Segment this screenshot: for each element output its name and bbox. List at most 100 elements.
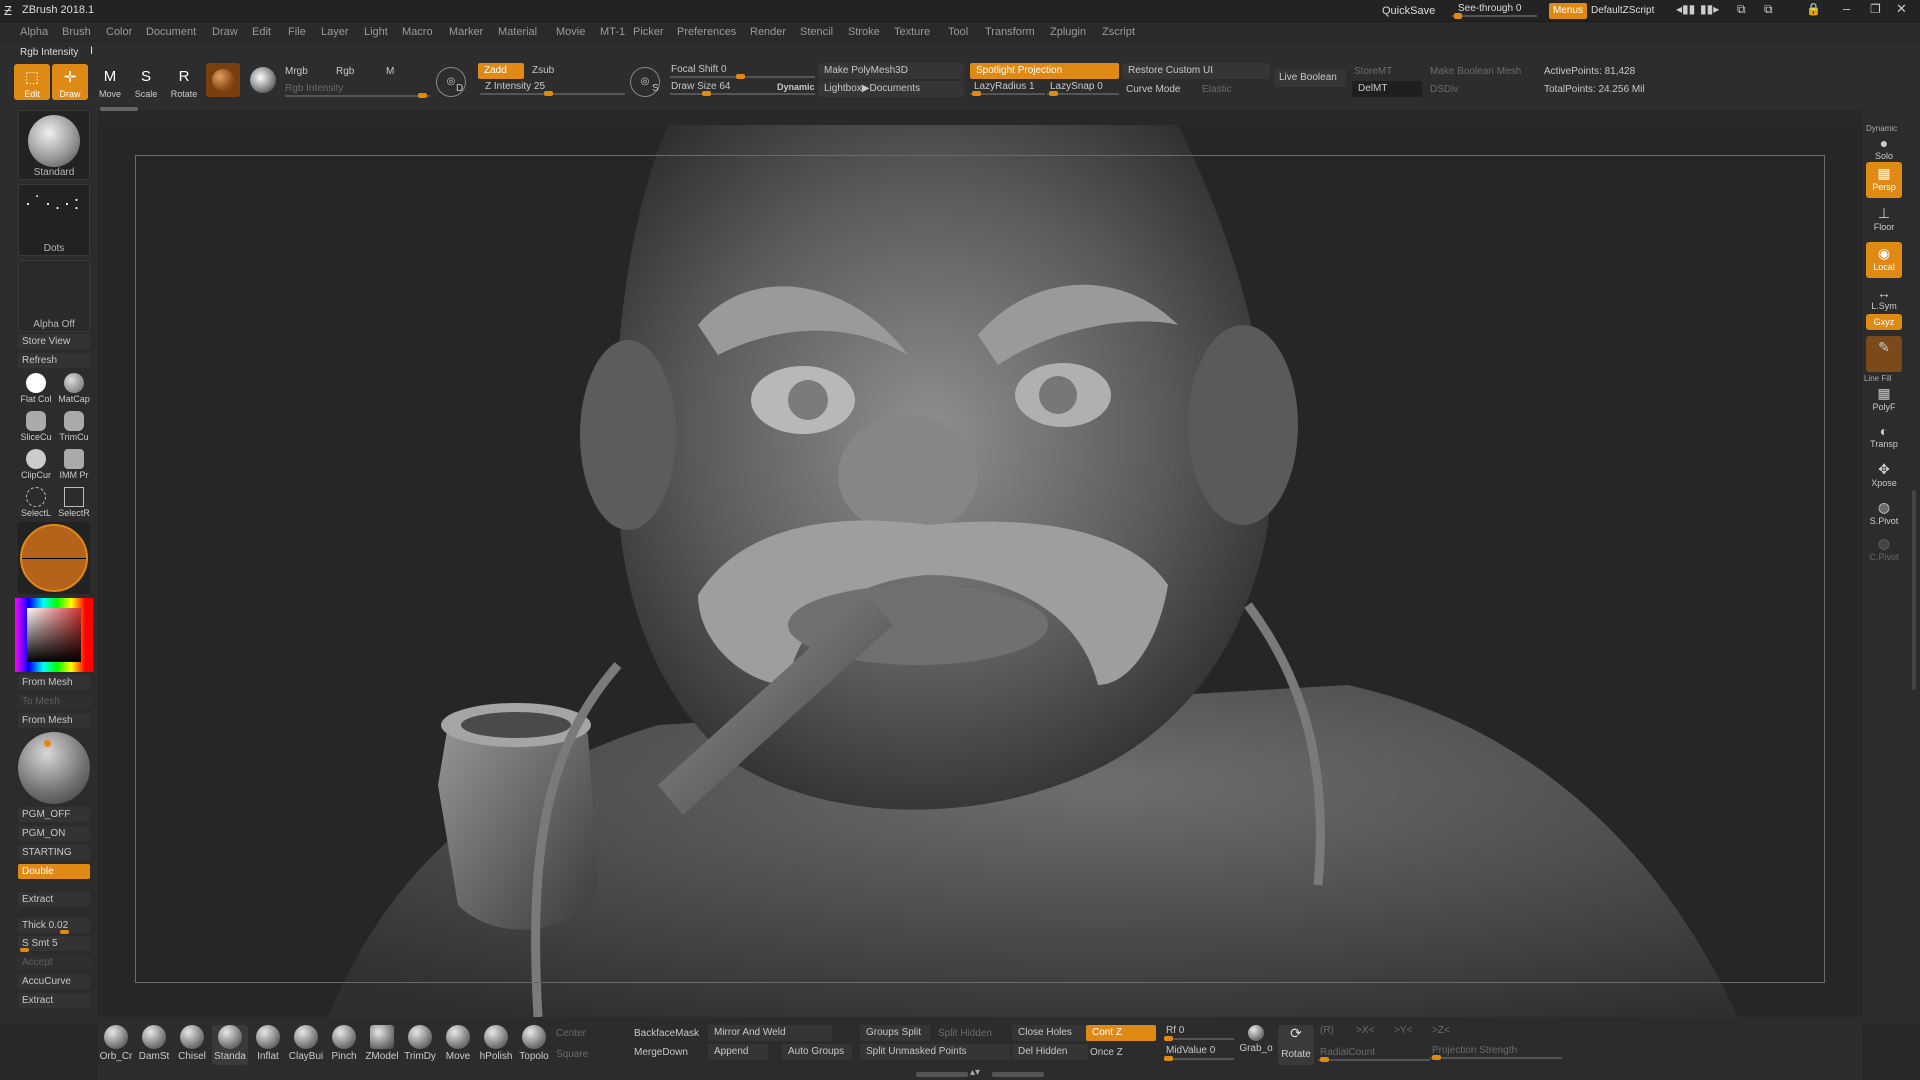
mergedown-button[interactable]: MergeDown bbox=[634, 1047, 688, 1058]
menu-render[interactable]: Render bbox=[750, 26, 786, 38]
restore-icon[interactable]: ❐ bbox=[1870, 2, 1881, 16]
color-wheel[interactable] bbox=[18, 522, 90, 594]
store-view-button[interactable]: Store View bbox=[18, 334, 90, 349]
xpose-button[interactable]: ✥ Xpose bbox=[1866, 458, 1902, 494]
see-through-knob[interactable] bbox=[1454, 13, 1462, 19]
default-zscript-button[interactable]: DefaultZScript bbox=[1591, 5, 1654, 16]
close-holes-button[interactable]: Close Holes bbox=[1012, 1025, 1088, 1041]
local-toggle[interactable]: ◉ Local bbox=[1866, 242, 1902, 278]
imm-primitives-button[interactable]: IMM Pr bbox=[56, 447, 92, 483]
rotate-bottom-button[interactable]: ⟳ Rotate bbox=[1278, 1025, 1314, 1065]
menu-alpha[interactable]: Alpha bbox=[20, 26, 48, 38]
layout-left-icon[interactable]: ◂▮▮ bbox=[1676, 2, 1695, 16]
menu-movie[interactable]: Movie bbox=[556, 26, 585, 38]
brush-standard[interactable]: Standa bbox=[212, 1025, 248, 1065]
from-mesh-button-1[interactable]: From Mesh bbox=[18, 675, 90, 690]
lazy-snap-knob[interactable] bbox=[1049, 91, 1058, 96]
radial-count-knob[interactable] bbox=[1320, 1057, 1329, 1062]
z-symmetry-toggle[interactable]: >Z< bbox=[1432, 1025, 1450, 1036]
midvalue-knob[interactable] bbox=[1164, 1056, 1173, 1061]
grab-brush-button[interactable]: Grab_o bbox=[1238, 1025, 1274, 1065]
focal-shift-slider[interactable]: Focal Shift 0 bbox=[671, 64, 727, 75]
curve-mode-toggle[interactable]: Curve Mode bbox=[1126, 84, 1180, 95]
double-toggle[interactable]: Double bbox=[18, 864, 90, 879]
cont-z-toggle[interactable]: Cont Z bbox=[1086, 1025, 1156, 1041]
r-symmetry-toggle[interactable]: (R) bbox=[1320, 1025, 1334, 1036]
layout-swap-icon[interactable]: ⧉ bbox=[1764, 2, 1773, 17]
select-rect-button[interactable]: SelectR bbox=[56, 485, 92, 521]
pgm-on-button[interactable]: PGM_ON bbox=[18, 826, 90, 841]
from-mesh-button-2[interactable]: From Mesh bbox=[18, 713, 90, 728]
zsub-toggle[interactable]: Zsub bbox=[526, 63, 574, 79]
storemt-button[interactable]: StoreMT bbox=[1354, 66, 1392, 77]
bottom-scroll-handle-right[interactable] bbox=[992, 1072, 1044, 1077]
rf-track[interactable] bbox=[1164, 1038, 1234, 1040]
accucurve-toggle[interactable]: AccuCurve bbox=[18, 974, 90, 989]
square-button[interactable]: Square bbox=[556, 1049, 588, 1060]
del-hidden-button[interactable]: Del Hidden bbox=[1012, 1044, 1088, 1060]
color-picker-square[interactable] bbox=[27, 608, 81, 662]
append-button[interactable]: Append bbox=[708, 1044, 768, 1060]
right-scrollbar[interactable] bbox=[1912, 490, 1916, 690]
menu-tool[interactable]: Tool bbox=[948, 26, 968, 38]
xyz-toggle[interactable]: Gxyz bbox=[1866, 314, 1902, 330]
thick-slider[interactable]: Thick 0.02 bbox=[18, 918, 90, 933]
brush-chisel[interactable]: Chisel bbox=[174, 1025, 210, 1065]
extract-button-1[interactable]: Extract bbox=[18, 892, 90, 907]
lazy-radius-slider[interactable]: LazyRadius 1 bbox=[974, 81, 1035, 92]
elastic-toggle[interactable]: Elastic bbox=[1202, 84, 1231, 95]
split-hidden-button[interactable]: Split Hidden bbox=[938, 1028, 992, 1039]
brush-trimdynamic[interactable]: TrimDy bbox=[402, 1025, 438, 1065]
transp-toggle[interactable]: ◐ Transp bbox=[1866, 420, 1902, 456]
matcap-button[interactable]: MatCap bbox=[56, 371, 92, 407]
quicksave-button[interactable]: QuickSave bbox=[1382, 5, 1435, 17]
spotlight-projection-toggle[interactable]: Spotlight Projection bbox=[970, 63, 1119, 79]
restore-custom-ui-button[interactable]: Restore Custom UI bbox=[1122, 63, 1270, 79]
make-boolean-mesh-button[interactable]: Make Boolean Mesh bbox=[1430, 66, 1521, 77]
lazy-snap-slider[interactable]: LazySnap 0 bbox=[1050, 81, 1103, 92]
bottom-scroll-handle-left[interactable] bbox=[916, 1072, 968, 1077]
see-through-track[interactable] bbox=[1452, 15, 1537, 17]
midvalue-slider[interactable]: MidValue 0 bbox=[1166, 1045, 1215, 1056]
flat-color-button[interactable]: Flat Col bbox=[18, 371, 54, 407]
make-polymesh3d-button[interactable]: Make PolyMesh3D bbox=[818, 63, 964, 79]
menu-brush[interactable]: Brush bbox=[62, 26, 91, 38]
scale-button[interactable]: S Scale bbox=[128, 64, 164, 100]
radial-count-slider[interactable]: RadialCount bbox=[1320, 1047, 1375, 1058]
frame-toggle[interactable]: ✎ bbox=[1866, 336, 1902, 372]
menu-zplugin[interactable]: Zplugin bbox=[1050, 26, 1086, 38]
menu-preferences[interactable]: Preferences bbox=[677, 26, 736, 38]
brush-zmodeler[interactable]: ZModel bbox=[364, 1025, 400, 1065]
move-button[interactable]: M Move bbox=[92, 64, 128, 100]
once-z-toggle[interactable]: Once Z bbox=[1090, 1047, 1123, 1058]
rf-knob[interactable] bbox=[1164, 1036, 1173, 1041]
projection-strength-slider[interactable]: Projection Strength bbox=[1432, 1045, 1517, 1056]
brush-hpolish[interactable]: hPolish bbox=[478, 1025, 514, 1065]
groups-split-button[interactable]: Groups Split bbox=[860, 1025, 930, 1041]
to-mesh-button[interactable]: To Mesh bbox=[18, 694, 90, 709]
light-sphere[interactable] bbox=[18, 732, 90, 804]
minimize-icon[interactable]: – bbox=[1843, 1, 1850, 16]
menu-stroke[interactable]: Stroke bbox=[848, 26, 880, 38]
draw-size-slider[interactable]: Draw Size 64 bbox=[671, 81, 730, 92]
draw-size-track[interactable] bbox=[670, 93, 815, 95]
alpha-off-tile[interactable]: Alpha Off bbox=[18, 260, 90, 332]
radial-count-track[interactable] bbox=[1318, 1059, 1430, 1061]
rgb-intensity-slider[interactable]: Rgb Intensity bbox=[285, 83, 343, 94]
menu-texture[interactable]: Texture bbox=[894, 26, 930, 38]
clipcurve-button[interactable]: ClipCur bbox=[18, 447, 54, 483]
layout-right-icon[interactable]: ▮▮▸ bbox=[1700, 2, 1719, 16]
lazy-radius-knob[interactable] bbox=[972, 91, 981, 96]
cpivot-button[interactable]: ◍ C.Pivot bbox=[1866, 532, 1902, 568]
lightbox-documents-button[interactable]: Lightbox▶Documents bbox=[818, 81, 964, 97]
window-swap-icon[interactable]: ⧉ bbox=[1737, 2, 1746, 17]
dsdiv-toggle[interactable]: DSDiv bbox=[1430, 84, 1458, 95]
rotate-button[interactable]: R Rotate bbox=[166, 64, 202, 100]
projection-strength-knob[interactable] bbox=[1432, 1055, 1441, 1060]
menu-light[interactable]: Light bbox=[364, 26, 388, 38]
lock-icon[interactable]: 🔒 bbox=[1806, 2, 1821, 16]
split-unmasked-points-button[interactable]: Split Unmasked Points bbox=[860, 1044, 1010, 1060]
edit-button[interactable]: ⬚ Edit bbox=[14, 64, 50, 100]
collapse-arrows-icon[interactable]: ▴▾ bbox=[970, 1067, 980, 1078]
menu-mt1[interactable]: MT-1 bbox=[600, 26, 625, 38]
